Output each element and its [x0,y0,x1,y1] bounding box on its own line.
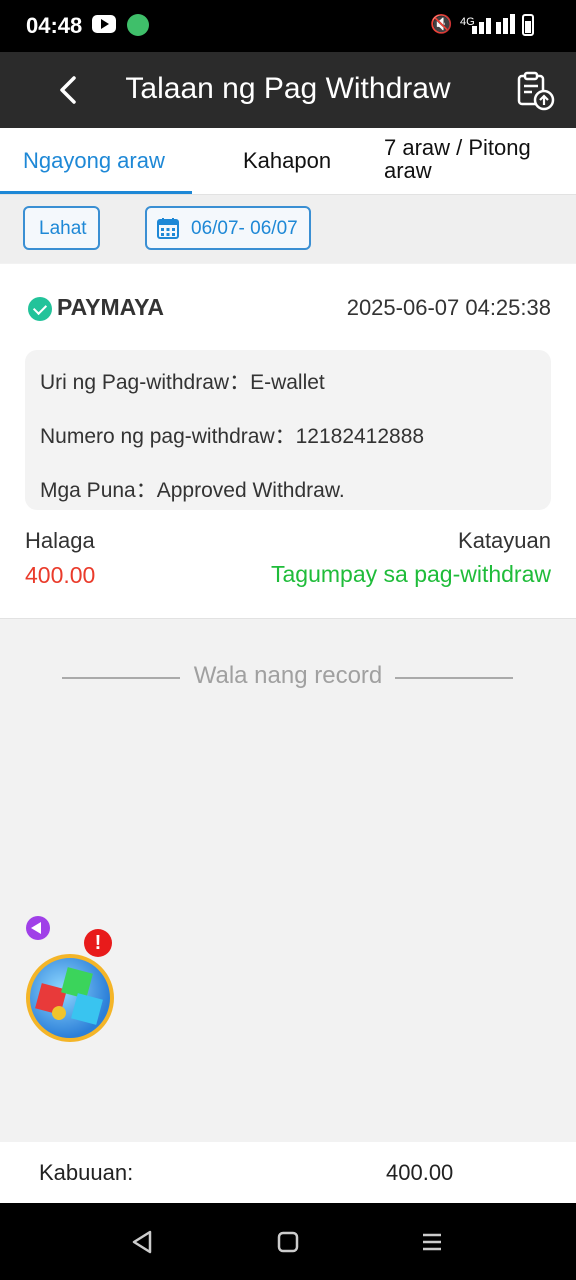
clipboard-upload-icon [517,71,555,111]
withdraw-type-row: Uri ng Pag-withdraw：E-wallet [40,366,325,396]
app-notification-icon [127,14,149,36]
game-cubes-icon[interactable] [26,954,114,1042]
divider-right [395,677,513,679]
nav-back-icon[interactable] [128,1227,158,1257]
filter-bar: Lahat 06/07- 06/07 [0,195,576,263]
record-datetime: 2025-06-07 04:25:38 [346,295,551,320]
status-value: Tagumpay sa pag-withdraw [271,561,551,587]
status-bar: 04:48 🔇 4G [0,0,576,52]
clipboard-upload-button[interactable] [514,70,556,112]
signal-icon [472,14,515,34]
divider-left [62,677,180,679]
all-filter-label: Lahat [39,218,87,239]
collapse-arrow-icon[interactable] [26,916,50,940]
amount-value: 400.00 [25,562,96,588]
status-time: 04:48 [26,13,83,38]
payment-method: PAYMAYA [57,294,164,320]
youtube-icon [92,15,116,33]
total-label: Kabuuan: [39,1160,134,1185]
tab-today-label: Ngayong araw [23,148,165,173]
withdraw-record-card: PAYMAYA 2025-06-07 04:25:38 Uri ng Pag-w… [0,264,576,619]
no-more-records-text: Wala nang record [193,662,383,689]
tab-yesterday-label: Kahapon [243,148,332,173]
date-range-button[interactable]: 06/07- 06/07 [145,206,311,250]
all-filter-button[interactable]: Lahat [23,206,100,250]
no-more-records: Wala nang record [0,662,576,692]
page-title: Talaan ng Pag Withdraw [125,72,451,105]
paymaya-logo-icon [28,297,52,321]
mute-icon: 🔇 [430,14,453,34]
withdraw-type-value: E-wallet [250,371,325,394]
date-range-label: 06/07- 06/07 [191,218,298,239]
nav-home-icon[interactable] [273,1227,303,1257]
total-value: 400.00 [386,1160,454,1185]
withdraw-number-row: Numero ng pag-withdraw：12182412888 [40,420,424,450]
nav-menu-icon[interactable] [417,1227,447,1257]
date-tabs: Ngayong araw Kahapon 7 araw / Pitong ara… [0,128,576,195]
tab-seven-days-label: 7 araw / Pitong araw [384,135,531,183]
amount-label: Halaga [25,528,95,553]
floating-game-widget[interactable]: ! [24,912,124,1052]
remarks-value: Approved Withdraw. [156,479,345,502]
remarks-label: Mga Puna： [40,479,157,502]
withdraw-type-label: Uri ng Pag-withdraw： [40,371,251,394]
withdraw-number-label: Numero ng pag-withdraw： [40,425,296,448]
battery-icon [522,14,534,36]
status-label: Katayuan [458,528,551,553]
system-nav-bar [0,1203,576,1280]
calendar-icon [157,218,179,239]
tab-today[interactable]: Ngayong araw [0,128,192,194]
withdraw-number-value: 12182412888 [295,425,425,448]
tab-seven-days[interactable]: 7 araw / Pitong araw [384,128,576,194]
total-bar: Kabuuan: 400.00 [0,1142,576,1203]
remarks-row: Mga Puna：Approved Withdraw. [40,474,345,504]
tab-yesterday[interactable]: Kahapon [192,128,384,194]
app-header: Talaan ng Pag Withdraw [0,52,576,128]
record-details: Uri ng Pag-withdraw：E-wallet Numero ng p… [25,350,551,510]
alert-badge-icon: ! [84,929,112,957]
